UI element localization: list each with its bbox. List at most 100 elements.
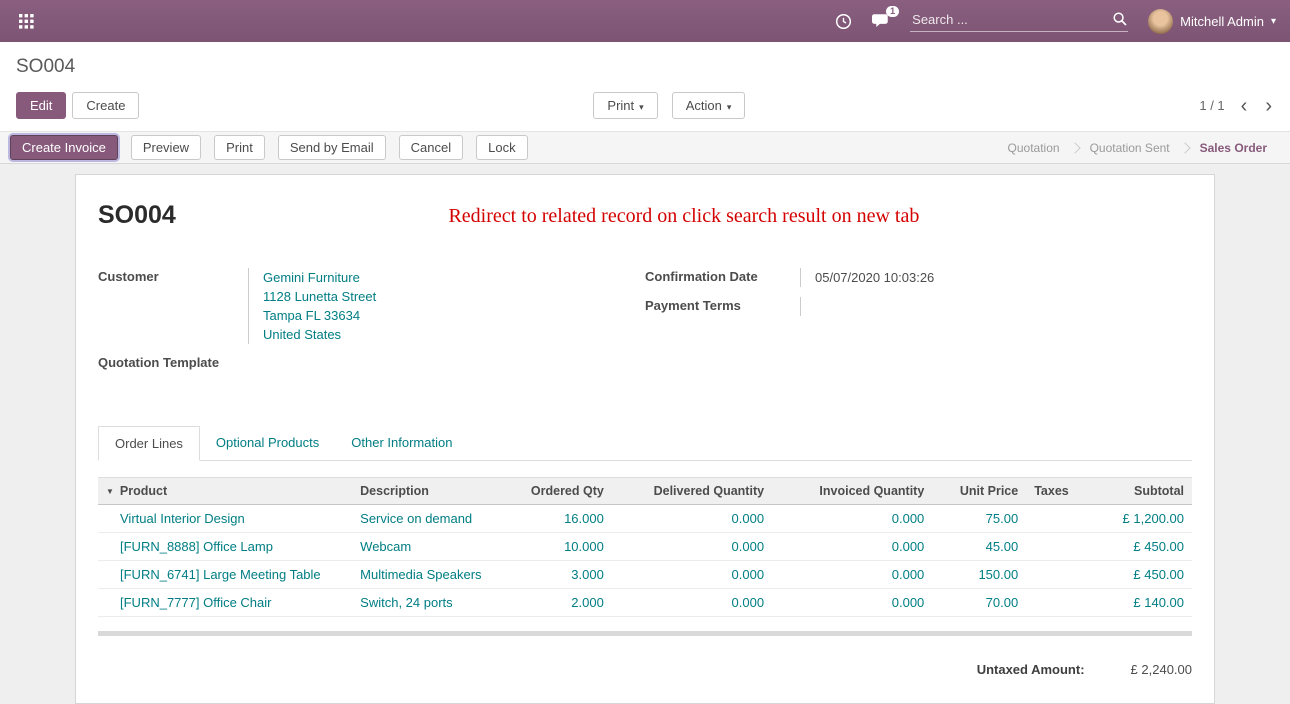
sort-caret-icon: ▼: [106, 487, 114, 496]
cell[interactable]: Service on demand: [352, 505, 507, 533]
cell[interactable]: £ 140.00: [1093, 589, 1193, 617]
user-name: Mitchell Admin: [1180, 14, 1264, 29]
pager-value: 1 / 1: [1199, 98, 1224, 113]
cell[interactable]: 70.00: [932, 589, 1026, 617]
global-search: [910, 11, 1128, 32]
payment-terms-value: [800, 297, 1192, 316]
quotation-template-value: [248, 354, 645, 373]
table-row[interactable]: [FURN_6741] Large Meeting TableMultimedi…: [98, 561, 1192, 589]
apps-menu-icon[interactable]: [14, 9, 38, 33]
header-unit-price[interactable]: Unit Price: [932, 478, 1026, 505]
customer-name-link[interactable]: Gemini Furniture: [263, 268, 645, 287]
quotation-template-label: Quotation Template: [98, 354, 248, 373]
form-sheet: SO004 Redirect to related record on clic…: [75, 174, 1215, 704]
customer-label: Customer: [98, 268, 248, 344]
cell[interactable]: 16.000: [507, 505, 612, 533]
cell[interactable]: 0.000: [612, 533, 772, 561]
create-invoice-button[interactable]: Create Invoice: [10, 135, 118, 160]
cell[interactable]: [1026, 533, 1092, 561]
header-product[interactable]: ▼Product: [98, 478, 352, 505]
pager: 1 / 1 ‹ ›: [1199, 96, 1274, 116]
activities-clock-icon[interactable]: [835, 13, 852, 30]
cell-product[interactable]: Virtual Interior Design: [98, 505, 352, 533]
record-title: SO004: [98, 201, 176, 230]
cell[interactable]: 45.00: [932, 533, 1026, 561]
cell[interactable]: £ 450.00: [1093, 533, 1193, 561]
main-content: SO004 Redirect to related record on clic…: [0, 164, 1290, 622]
cell[interactable]: [1026, 589, 1092, 617]
cell[interactable]: 0.000: [612, 561, 772, 589]
status-pills: Quotation Quotation Sent Sales Order: [995, 141, 1280, 155]
cell[interactable]: [1026, 561, 1092, 589]
user-menu[interactable]: Mitchell Admin ▾: [1148, 9, 1276, 34]
messages-badge: 1: [886, 6, 899, 17]
cell-product[interactable]: [FURN_8888] Office Lamp: [98, 533, 352, 561]
header-delivered-qty[interactable]: Delivered Quantity: [612, 478, 772, 505]
search-input[interactable]: [910, 11, 1112, 28]
field-group-left: Customer Gemini Furniture 1128 Lunetta S…: [98, 268, 645, 383]
state-sales-order[interactable]: Sales Order: [1187, 141, 1280, 155]
cell[interactable]: Multimedia Speakers: [352, 561, 507, 589]
order-lines-table: ▼Product Description Ordered Qty Deliver…: [98, 477, 1192, 617]
table-header-row: ▼Product Description Ordered Qty Deliver…: [98, 478, 1192, 505]
cell[interactable]: 0.000: [612, 589, 772, 617]
cell-product[interactable]: [FURN_7777] Office Chair: [98, 589, 352, 617]
state-quotation-sent[interactable]: Quotation Sent: [1077, 141, 1183, 155]
annotation-text: Redirect to related record on click sear…: [176, 201, 1192, 228]
table-end-bar: [98, 631, 1192, 636]
cell-product[interactable]: [FURN_6741] Large Meeting Table: [98, 561, 352, 589]
pager-next-icon[interactable]: ›: [1263, 96, 1274, 116]
header-subtotal[interactable]: Subtotal: [1093, 478, 1193, 505]
cell[interactable]: 2.000: [507, 589, 612, 617]
tab-optional-products[interactable]: Optional Products: [200, 426, 335, 461]
action-dropdown[interactable]: Action▾: [672, 92, 746, 119]
table-row[interactable]: Virtual Interior DesignService on demand…: [98, 505, 1192, 533]
print-dropdown[interactable]: Print ▾: [593, 92, 657, 119]
caret-down-icon: ▾: [639, 102, 644, 112]
cell[interactable]: Switch, 24 ports: [352, 589, 507, 617]
edit-button[interactable]: Edit: [16, 92, 66, 119]
tab-order-lines[interactable]: Order Lines: [98, 426, 200, 461]
create-button[interactable]: Create: [72, 92, 139, 119]
header-description[interactable]: Description: [352, 478, 507, 505]
breadcrumb[interactable]: SO004: [16, 56, 1274, 78]
cell[interactable]: 3.000: [507, 561, 612, 589]
cell[interactable]: 0.000: [772, 561, 932, 589]
lock-button[interactable]: Lock: [476, 135, 527, 160]
cell[interactable]: £ 1,200.00: [1093, 505, 1193, 533]
customer-country[interactable]: United States: [263, 325, 645, 344]
statusbar: Create Invoice Preview Print Send by Ema…: [0, 131, 1290, 164]
cancel-button[interactable]: Cancel: [399, 135, 463, 160]
cell[interactable]: 0.000: [772, 533, 932, 561]
table-row[interactable]: [FURN_8888] Office LampWebcam10.0000.000…: [98, 533, 1192, 561]
customer-city[interactable]: Tampa FL 33634: [263, 306, 645, 325]
notebook-tabs: Order Lines Optional Products Other Info…: [98, 425, 1192, 461]
cell[interactable]: 75.00: [932, 505, 1026, 533]
cell[interactable]: 0.000: [772, 505, 932, 533]
pager-previous-icon[interactable]: ‹: [1239, 96, 1250, 116]
cell[interactable]: Webcam: [352, 533, 507, 561]
preview-button[interactable]: Preview: [131, 135, 201, 160]
send-by-email-button[interactable]: Send by Email: [278, 135, 386, 160]
customer-value: Gemini Furniture 1128 Lunetta Street Tam…: [248, 268, 645, 344]
field-group-right: Confirmation Date 05/07/2020 10:03:26 Pa…: [645, 268, 1192, 383]
search-icon[interactable]: [1112, 11, 1128, 27]
table-row[interactable]: [FURN_7777] Office ChairSwitch, 24 ports…: [98, 589, 1192, 617]
tab-other-information[interactable]: Other Information: [335, 426, 468, 461]
cell[interactable]: 150.00: [932, 561, 1026, 589]
header-taxes[interactable]: Taxes: [1026, 478, 1092, 505]
messages-icon[interactable]: 1: [872, 13, 890, 29]
cell[interactable]: [1026, 505, 1092, 533]
print-button[interactable]: Print: [214, 135, 265, 160]
header-ordered-qty[interactable]: Ordered Qty: [507, 478, 612, 505]
state-quotation[interactable]: Quotation: [995, 141, 1073, 155]
cell[interactable]: 10.000: [507, 533, 612, 561]
print-dropdown-label: Print: [607, 98, 634, 113]
customer-street[interactable]: 1128 Lunetta Street: [263, 287, 645, 306]
confirmation-date-value: 05/07/2020 10:03:26: [800, 268, 1192, 287]
header-invoiced-qty[interactable]: Invoiced Quantity: [772, 478, 932, 505]
cell[interactable]: 0.000: [772, 589, 932, 617]
cell[interactable]: £ 450.00: [1093, 561, 1193, 589]
cell[interactable]: 0.000: [612, 505, 772, 533]
grid-icon: [19, 14, 34, 29]
